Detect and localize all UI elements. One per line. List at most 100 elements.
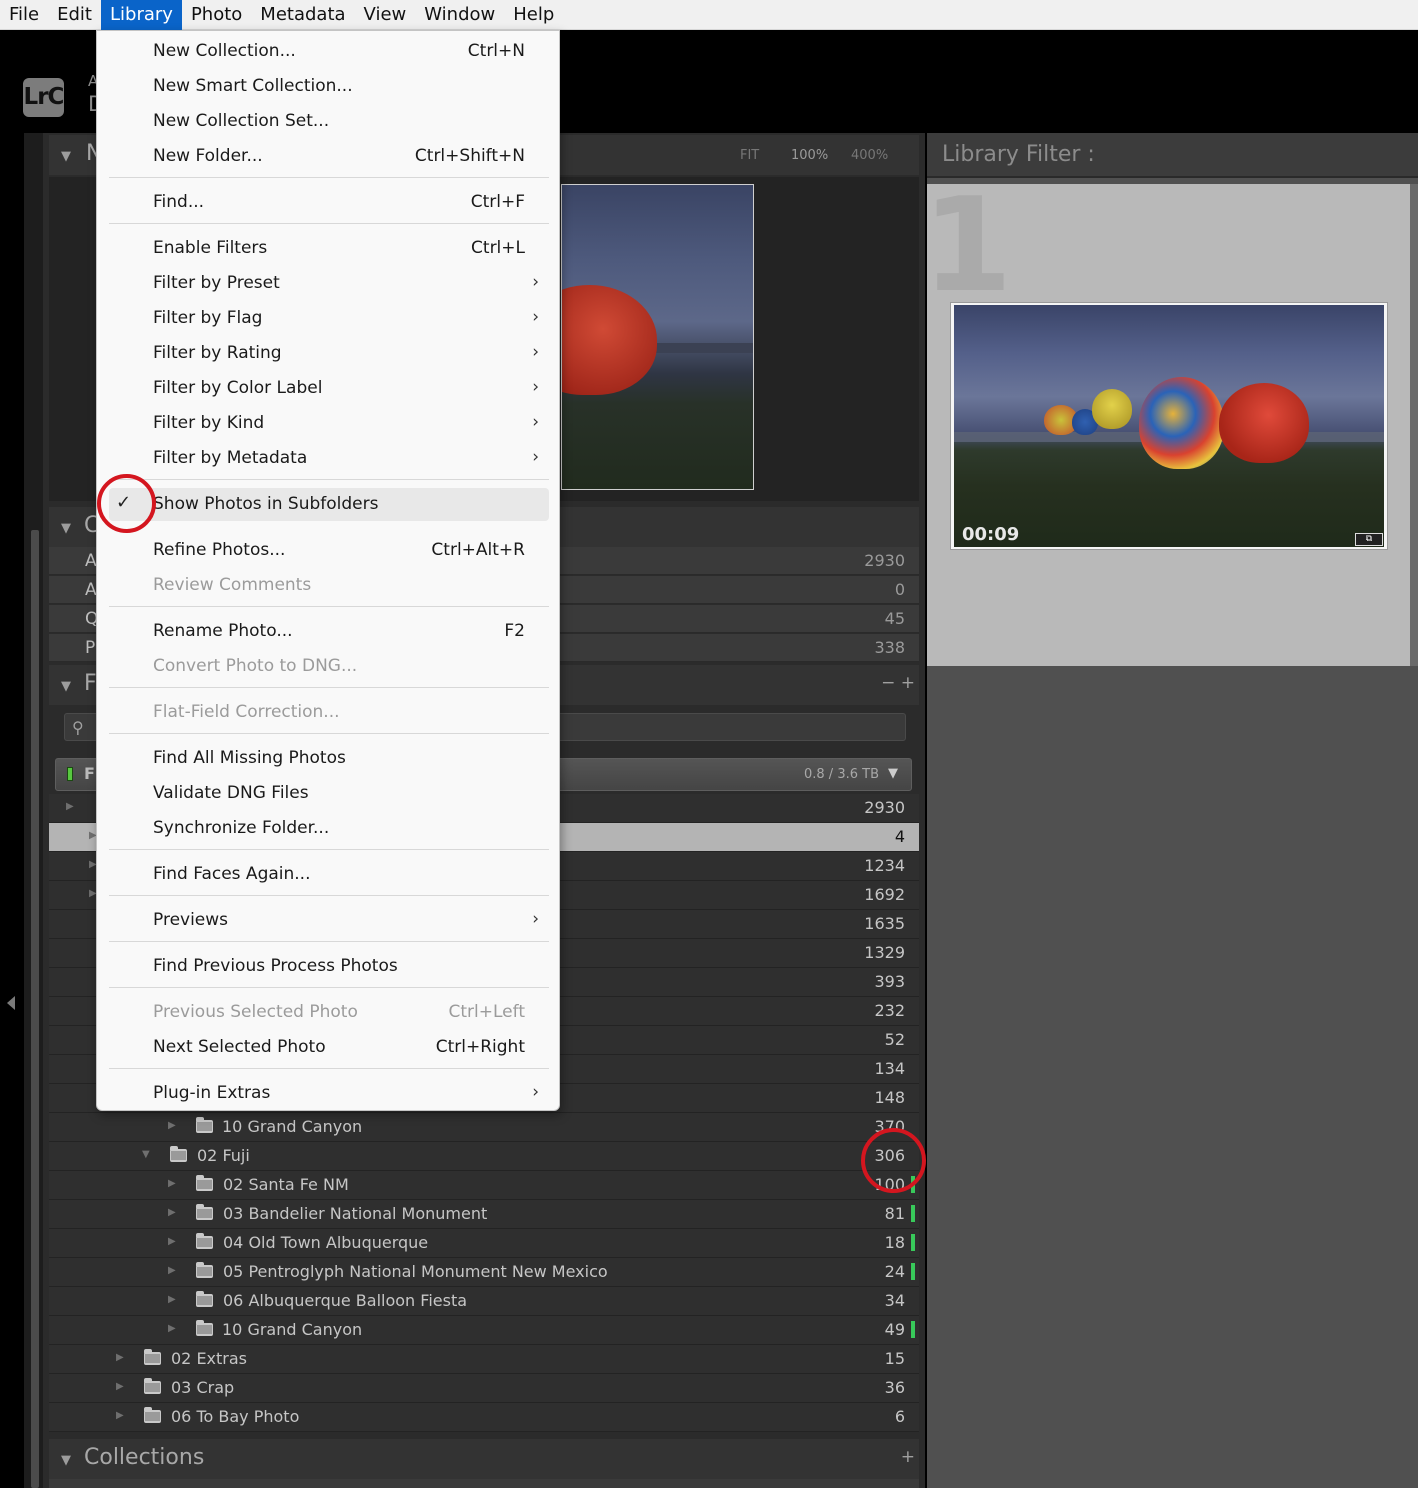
- folder-row[interactable]: ▶ 10 Grand Canyon 370: [49, 1113, 919, 1142]
- menu-item-label: Convert Photo to DNG...: [153, 656, 358, 676]
- menu-item-label: Find...: [153, 192, 205, 212]
- menu-item-convert-photo-to-dng: Convert Photo to DNG...: [109, 650, 549, 683]
- disclosure-triangle-icon[interactable]: ▶: [116, 1381, 124, 1392]
- volume-status-led-icon: [67, 767, 73, 781]
- grid-thumbnail-image[interactable]: [954, 305, 1384, 547]
- navigator-preview-image[interactable]: [561, 184, 754, 490]
- menu-item-find-all-missing-photos[interactable]: Find All Missing Photos: [109, 742, 549, 775]
- collections-header[interactable]: ▼ Collections +: [49, 1439, 919, 1479]
- disclosure-triangle-icon[interactable]: ▶: [168, 1207, 176, 1218]
- library-filter-title[interactable]: Library Filter :: [942, 142, 1095, 167]
- menu-item-filter-by-color-label[interactable]: Filter by Color Label ›: [109, 372, 549, 405]
- menu-item-label: Next Selected Photo: [153, 1037, 326, 1057]
- submenu-arrow-icon: ›: [532, 377, 539, 397]
- menu-item-shortcut: Ctrl+Alt+R: [431, 540, 525, 560]
- menu-view[interactable]: View: [355, 0, 416, 30]
- folder-count: 52: [884, 1030, 905, 1049]
- collections-list: [49, 1479, 919, 1488]
- menu-item-previews[interactable]: Previews ›: [109, 904, 549, 937]
- add-collection-icon[interactable]: +: [901, 1447, 915, 1467]
- menu-item-filter-by-metadata[interactable]: Filter by Metadata ›: [109, 442, 549, 475]
- disclosure-triangle-icon[interactable]: ▶: [168, 1294, 176, 1305]
- menu-item-show-photos-in-subfolders[interactable]: ✓ Show Photos in Subfolders: [109, 488, 549, 521]
- disclosure-triangle-icon[interactable]: ▶: [66, 801, 74, 812]
- menu-library[interactable]: Library: [100, 0, 182, 30]
- folder-row[interactable]: ▶ 03 Crap 36: [49, 1374, 919, 1403]
- edit-badge-icon[interactable]: ⧉: [1355, 533, 1383, 546]
- collapse-left-panel-icon[interactable]: [7, 996, 15, 1010]
- menu-item-find-previous-process-photos[interactable]: Find Previous Process Photos: [109, 950, 549, 983]
- volume-menu-icon[interactable]: ▼: [888, 766, 898, 781]
- disclosure-triangle-icon[interactable]: ▶: [168, 1265, 176, 1276]
- disclosure-triangle-icon[interactable]: ▼: [61, 521, 71, 536]
- folder-row[interactable]: ▼ 02 Fuji 306: [49, 1142, 919, 1171]
- folder-row[interactable]: ▶ 02 Extras 15: [49, 1345, 919, 1374]
- menu-file[interactable]: File: [0, 0, 48, 30]
- menu-item-new-folder[interactable]: New Folder... Ctrl+Shift+N: [109, 140, 549, 173]
- disclosure-triangle-icon[interactable]: ▶: [168, 1178, 176, 1189]
- menu-photo[interactable]: Photo: [182, 0, 251, 30]
- menu-item-filter-by-kind[interactable]: Filter by Kind ›: [109, 407, 549, 440]
- menu-edit[interactable]: Edit: [48, 0, 101, 30]
- menu-item-label: Synchronize Folder...: [153, 818, 330, 838]
- menu-metadata[interactable]: Metadata: [251, 0, 354, 30]
- folder-icon: [144, 1378, 161, 1394]
- menu-item-find[interactable]: Find... Ctrl+F: [109, 186, 549, 219]
- folder-row[interactable]: ▶ 06 To Bay Photo 6: [49, 1403, 919, 1432]
- zoom-400[interactable]: 400%: [851, 148, 888, 163]
- menu-help[interactable]: Help: [504, 0, 563, 30]
- menu-item-new-smart-collection[interactable]: New Smart Collection...: [109, 70, 549, 103]
- menu-item-rename-photo[interactable]: Rename Photo... F2: [109, 615, 549, 648]
- sync-status-indicator: [911, 1263, 915, 1280]
- disclosure-triangle-icon[interactable]: ▼: [61, 149, 71, 164]
- left-panel-scrollbar[interactable]: [31, 530, 39, 1488]
- menu-item-filter-by-rating[interactable]: Filter by Rating ›: [109, 337, 549, 370]
- folder-row[interactable]: ▶ 02 Santa Fe NM 100: [49, 1171, 919, 1200]
- menu-item-plug-in-extras[interactable]: Plug-in Extras ›: [109, 1077, 549, 1110]
- menu-item-label: Filter by Kind: [153, 413, 265, 433]
- disclosure-triangle-icon[interactable]: ▶: [168, 1120, 176, 1131]
- menu-item-filter-by-preset[interactable]: Filter by Preset ›: [109, 267, 549, 300]
- menu-bar: File Edit Library Photo Metadata View Wi…: [0, 0, 1418, 30]
- folder-count: 134: [874, 1059, 905, 1078]
- zoom-fit[interactable]: FIT: [740, 148, 759, 163]
- menu-item-label: Review Comments: [153, 575, 312, 595]
- folder-row[interactable]: ▶ 03 Bandelier National Monument 81: [49, 1200, 919, 1229]
- folder-name: 06 To Bay Photo: [171, 1407, 300, 1426]
- menu-item-new-collection[interactable]: New Collection... Ctrl+N: [109, 35, 549, 68]
- folder-row[interactable]: ▶ 06 Albuquerque Balloon Fiesta 34: [49, 1287, 919, 1316]
- annotation-circle: [97, 474, 156, 533]
- folder-row[interactable]: ▶ 05 Pentroglyph National Monument New Me…: [49, 1258, 919, 1287]
- folder-row[interactable]: ▶ 04 Old Town Albuquerque 18: [49, 1229, 919, 1258]
- menu-separator: [109, 987, 549, 988]
- disclosure-triangle-icon[interactable]: ▶: [168, 1323, 176, 1334]
- folder-row[interactable]: ▶ 10 Grand Canyon 49: [49, 1316, 919, 1345]
- menu-item-new-collection-set[interactable]: New Collection Set...: [109, 105, 549, 138]
- menu-item-find-faces-again[interactable]: Find Faces Again...: [109, 858, 549, 891]
- menu-separator: [109, 733, 549, 734]
- disclosure-triangle-icon[interactable]: ▼: [61, 1453, 71, 1468]
- balloon-shape: [1139, 377, 1224, 469]
- catalog-row-label: A: [85, 551, 97, 571]
- menu-item-validate-dng-files[interactable]: Validate DNG Files: [109, 777, 549, 810]
- grid-scrollbar[interactable]: [1410, 184, 1418, 666]
- menu-window[interactable]: Window: [415, 0, 504, 30]
- menu-item-label: Filter by Metadata: [153, 448, 308, 468]
- folder-icon: [196, 1291, 213, 1307]
- disclosure-triangle-icon[interactable]: ▼: [61, 679, 71, 694]
- menu-item-filter-by-flag[interactable]: Filter by Flag ›: [109, 302, 549, 335]
- zoom-100[interactable]: 100%: [791, 148, 828, 163]
- add-remove-folder-icon[interactable]: − +: [881, 673, 915, 693]
- folder-count: 15: [884, 1349, 905, 1368]
- menu-item-synchronize-folder[interactable]: Synchronize Folder...: [109, 812, 549, 845]
- disclosure-triangle-icon[interactable]: ▶: [168, 1236, 176, 1247]
- disclosure-triangle-icon[interactable]: ▼: [142, 1149, 150, 1160]
- disclosure-triangle-icon[interactable]: ▶: [116, 1410, 124, 1421]
- folder-count: 49: [884, 1320, 905, 1339]
- menu-item-refine-photos[interactable]: Refine Photos... Ctrl+Alt+R: [109, 534, 549, 567]
- folder-count: 1635: [864, 914, 905, 933]
- menu-item-enable-filters[interactable]: Enable Filters Ctrl+L: [109, 232, 549, 265]
- disclosure-triangle-icon[interactable]: ▶: [116, 1352, 124, 1363]
- menu-separator: [109, 1068, 549, 1069]
- menu-item-next-selected-photo[interactable]: Next Selected Photo Ctrl+Right: [109, 1031, 549, 1064]
